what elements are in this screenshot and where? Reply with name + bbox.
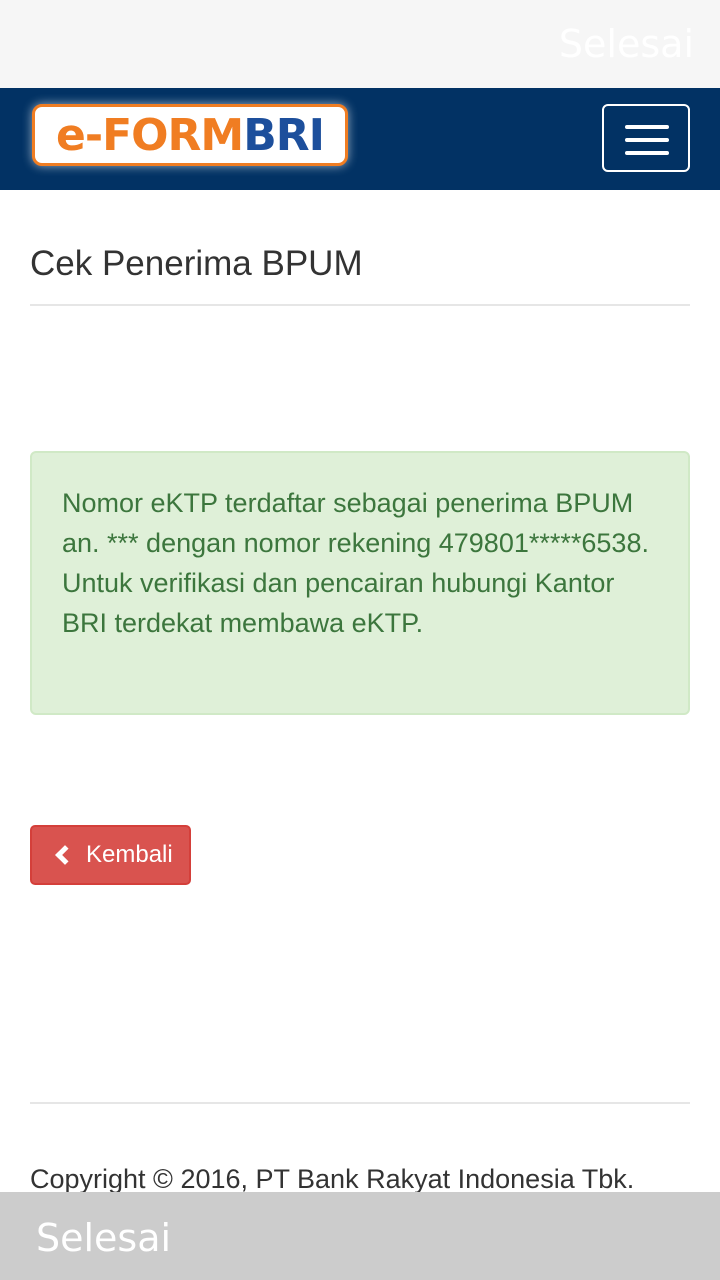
done-button-bottom[interactable]: Selesai [36,1216,171,1260]
success-alert: Nomor eKTP terdaftar sebagai penerima BP… [30,451,690,715]
back-button[interactable]: Kembali [30,825,191,885]
page-title: Cek Penerima BPUM [30,244,363,283]
browser-bottom-bar: Selesai [0,1192,720,1280]
eformbri-logo[interactable]: e-FORM BRI [32,104,348,166]
hamburger-icon[interactable] [602,104,690,172]
hamburger-line [625,151,669,155]
hamburger-line [625,138,669,142]
chevron-left-icon [55,845,75,865]
logo-text-eform: e-FORM [55,109,244,161]
navbar: e-FORM BRI [0,88,720,190]
back-button-label: Kembali [86,841,173,868]
hamburger-line [625,125,669,129]
browser-top-bar: Selesai [0,0,720,88]
copyright-text: Copyright © 2016, PT Bank Rakyat Indones… [30,1164,635,1194]
logo-text-bri: BRI [243,109,325,161]
title-divider [30,304,690,306]
footer-divider [30,1102,690,1104]
done-button-top[interactable]: Selesai [559,22,694,66]
